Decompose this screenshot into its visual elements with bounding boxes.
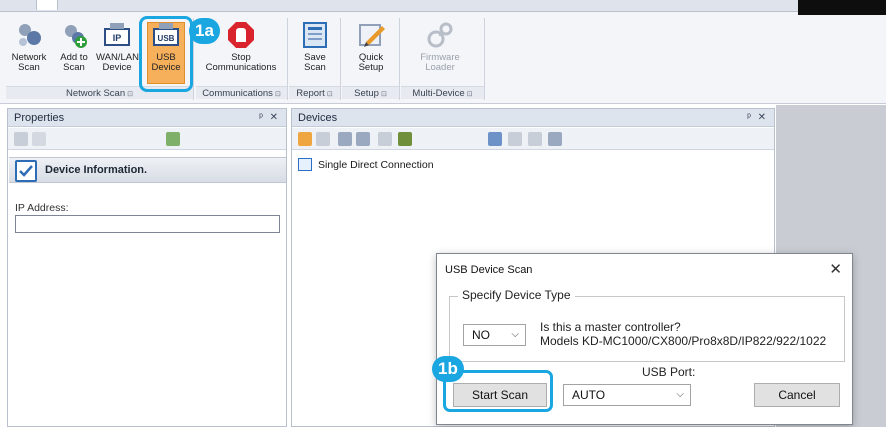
tree-item-label: Single Direct Connection xyxy=(318,159,434,171)
add-to-scan-icon xyxy=(59,20,89,50)
device-information-section[interactable]: Device Information. xyxy=(9,157,286,183)
devices-usb-icon[interactable] xyxy=(398,132,412,146)
ribbon-tabstrip xyxy=(0,0,886,12)
ribbon: Network Scan Add to Scan IP WAN/LAN Devi… xyxy=(0,0,886,104)
dialog-title: USB Device Scan xyxy=(445,264,533,276)
group-launcher-icon[interactable]: ⊡ xyxy=(275,91,281,98)
master-controller-question: Is this a master controller? Models KD-M… xyxy=(540,320,826,348)
network-scan-button[interactable]: Network Scan xyxy=(8,20,50,84)
master-controller-value: NO xyxy=(472,328,490,342)
cancel-button[interactable]: Cancel xyxy=(754,383,840,407)
group-multi-device-text: Multi-Device xyxy=(412,88,465,99)
ribbon-tab-active[interactable] xyxy=(36,0,58,10)
usb-port-label: USB Port: xyxy=(642,365,696,379)
devices-tree-view-icon[interactable] xyxy=(298,132,312,146)
usb-port-select[interactable]: AUTO ⌵ xyxy=(563,384,691,406)
devices-pin-close-icon[interactable]: ᵖ ✕ xyxy=(747,109,768,127)
devices-add-icon[interactable] xyxy=(356,132,370,146)
firmware-loader-button[interactable]: Firmware Loader xyxy=(415,20,465,84)
master-controller-select[interactable]: NO ⌵ xyxy=(463,324,526,346)
stop-communications-button[interactable]: Stop Communications xyxy=(198,20,284,84)
quick-setup-label-2: Setup xyxy=(358,62,384,73)
wan-lan-label-2: Device xyxy=(102,62,132,73)
group-communications: Stop Communications Communications ⊡ xyxy=(196,18,288,100)
ip-address-label: IP Address: xyxy=(15,202,69,214)
add-to-scan-button[interactable]: Add to Scan xyxy=(54,20,94,84)
window-corner-decoration xyxy=(798,0,886,15)
ip-icon-text: IP xyxy=(113,33,122,43)
ip-address-input[interactable] xyxy=(15,215,280,233)
devices-export-icon[interactable] xyxy=(548,132,562,146)
devices-network-icon[interactable] xyxy=(338,132,352,146)
group-setup: Quick Setup Setup ⊡ xyxy=(342,18,400,100)
stop-icon xyxy=(226,20,256,50)
group-network-scan-text: Network Scan xyxy=(65,88,126,99)
devices-grid-icon[interactable] xyxy=(316,132,330,146)
save-scan-label-2: Scan xyxy=(304,62,326,73)
firmware-loader-label-2: Loader xyxy=(425,62,455,73)
stop-comm-label-2: Communications xyxy=(205,62,277,73)
properties-panel-header: Properties ᵖ ✕ xyxy=(8,109,286,127)
chevron-down-icon: ⌵ xyxy=(676,389,684,400)
add-to-scan-label-2: Scan xyxy=(63,62,85,73)
devices-panel-title: Devices xyxy=(298,112,338,124)
quick-setup-icon xyxy=(356,20,386,50)
tree-item-single-direct-connection[interactable]: Single Direct Connection xyxy=(298,158,434,172)
question-line-2: Models KD-MC1000/CX800/Pro8x8D/IP822/922… xyxy=(540,334,827,348)
group-multi-device: Firmware Loader Multi-Device ⊡ xyxy=(401,18,485,100)
group-label-setup: Setup ⊡ xyxy=(342,86,399,99)
properties-panel: Properties ᵖ ✕ Device Information. IP Ad… xyxy=(7,108,287,427)
group-launcher-icon[interactable]: ⊡ xyxy=(327,91,333,98)
callout-1a-highlight xyxy=(139,16,193,92)
properties-toolbar xyxy=(8,128,286,150)
properties-apply-icon[interactable] xyxy=(166,132,180,146)
connection-icon xyxy=(298,158,312,171)
ip-device-icon: IP xyxy=(102,20,132,50)
devices-panel-header: Devices ᵖ ✕ xyxy=(292,109,774,127)
group-label-report: Report ⊡ xyxy=(289,86,340,99)
save-scan-icon xyxy=(300,20,330,50)
group-label-communications: Communications ⊡ xyxy=(196,86,287,99)
checklist-icon xyxy=(15,160,37,182)
group-report: Save Scan Report ⊡ xyxy=(289,18,341,100)
device-information-title: Device Information. xyxy=(45,164,148,176)
question-line-1: Is this a master controller? xyxy=(540,320,681,334)
devices-table-icon[interactable] xyxy=(488,132,502,146)
devices-ip-icon[interactable] xyxy=(378,132,392,146)
quick-setup-button[interactable]: Quick Setup xyxy=(348,20,394,84)
usb-port-value: AUTO xyxy=(572,388,606,402)
group-communications-text: Communications xyxy=(202,88,273,99)
group-launcher-icon[interactable]: ⊡ xyxy=(467,91,473,98)
save-scan-button[interactable]: Save Scan xyxy=(293,20,337,84)
group-label-multi-device: Multi-Device ⊡ xyxy=(401,86,484,99)
callout-1b-badge: 1b xyxy=(432,356,464,382)
devices-settings-icon[interactable] xyxy=(528,132,542,146)
properties-tool-icon[interactable] xyxy=(14,132,28,146)
firmware-loader-icon xyxy=(425,20,455,50)
group-launcher-icon[interactable]: ⊡ xyxy=(381,91,387,98)
network-scan-icon xyxy=(14,20,44,50)
devices-toolbar xyxy=(292,128,774,150)
properties-save-icon[interactable] xyxy=(32,132,46,146)
properties-panel-title: Properties xyxy=(14,112,65,124)
group-setup-text: Setup xyxy=(354,88,379,99)
devices-check-icon[interactable] xyxy=(508,132,522,146)
device-type-legend: Specify Device Type xyxy=(458,288,575,302)
chevron-down-icon: ⌵ xyxy=(511,329,519,340)
network-scan-label-2: Scan xyxy=(18,62,40,73)
properties-pin-close-icon[interactable]: ᵖ ✕ xyxy=(259,109,280,127)
group-launcher-icon[interactable]: ⊡ xyxy=(127,91,133,98)
wan-lan-device-button[interactable]: IP WAN/LAN Device xyxy=(96,20,139,84)
group-report-text: Report xyxy=(296,88,325,99)
close-icon[interactable]: ✕ xyxy=(829,260,842,278)
